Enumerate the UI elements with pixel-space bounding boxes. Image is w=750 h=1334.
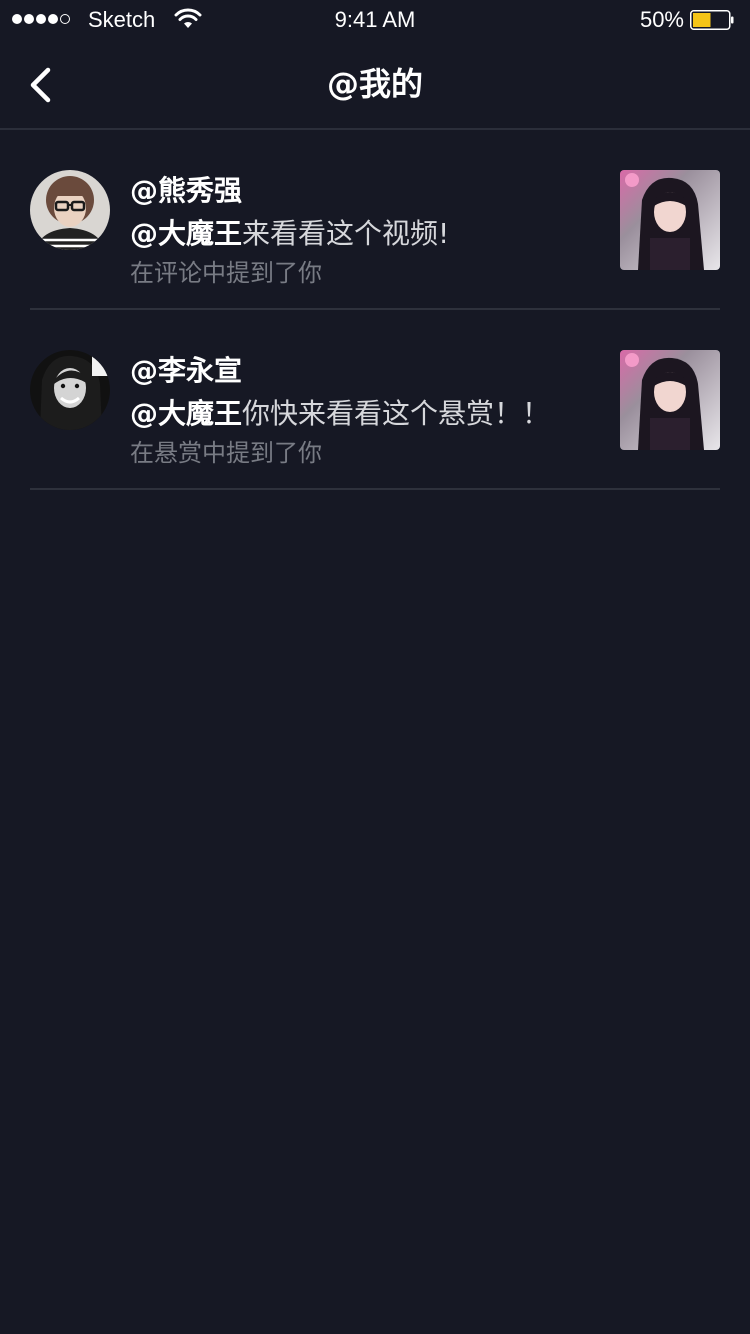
- content-thumbnail[interactable]: [620, 350, 720, 450]
- mention-message: @大魔王来看看这个视频!: [130, 214, 449, 254]
- mention-username[interactable]: @熊秀强: [130, 172, 242, 210]
- avatar-portrait-icon: [30, 350, 110, 430]
- status-bar: Sketch 9:41 AM 50%: [0, 0, 750, 40]
- mention-text: 你快来看看这个悬赏！！: [242, 397, 551, 430]
- mention-tag[interactable]: @大魔王: [130, 217, 242, 250]
- clock: 9:41 AM: [334, 7, 416, 32]
- avatar-portrait-icon: [30, 170, 110, 250]
- mention-item[interactable]: @熊秀强 @大魔王来看看这个视频! 在评论中提到了你: [30, 130, 720, 310]
- mention-text: 来看看这个视频!: [242, 217, 450, 250]
- thumbnail-image-icon: [620, 350, 720, 450]
- navigation-bar: @我的: [0, 40, 750, 130]
- battery-percentage: 50%: [639, 7, 684, 32]
- mention-item[interactable]: @李永宣 @大魔王你快来看看这个悬赏！！ 在悬赏中提到了你: [30, 310, 720, 490]
- content-thumbnail[interactable]: [620, 170, 720, 270]
- mention-tag[interactable]: @大魔王: [130, 397, 242, 430]
- mention-context: 在评论中提到了你: [130, 259, 322, 287]
- thumbnail-image-icon: [620, 170, 720, 270]
- mention-context: 在悬赏中提到了你: [130, 439, 322, 467]
- user-avatar[interactable]: [30, 350, 110, 430]
- mention-message: @大魔王你快来看看这个悬赏！！: [130, 394, 550, 434]
- mentions-list: @熊秀强 @大魔王来看看这个视频! 在评论中提到了你 @李永宣 @大魔王你快来看…: [0, 130, 750, 490]
- mention-username[interactable]: @李永宣: [130, 352, 242, 390]
- user-avatar[interactable]: [30, 170, 110, 250]
- page-title: @我的: [326, 65, 423, 103]
- battery-icon: [690, 10, 734, 30]
